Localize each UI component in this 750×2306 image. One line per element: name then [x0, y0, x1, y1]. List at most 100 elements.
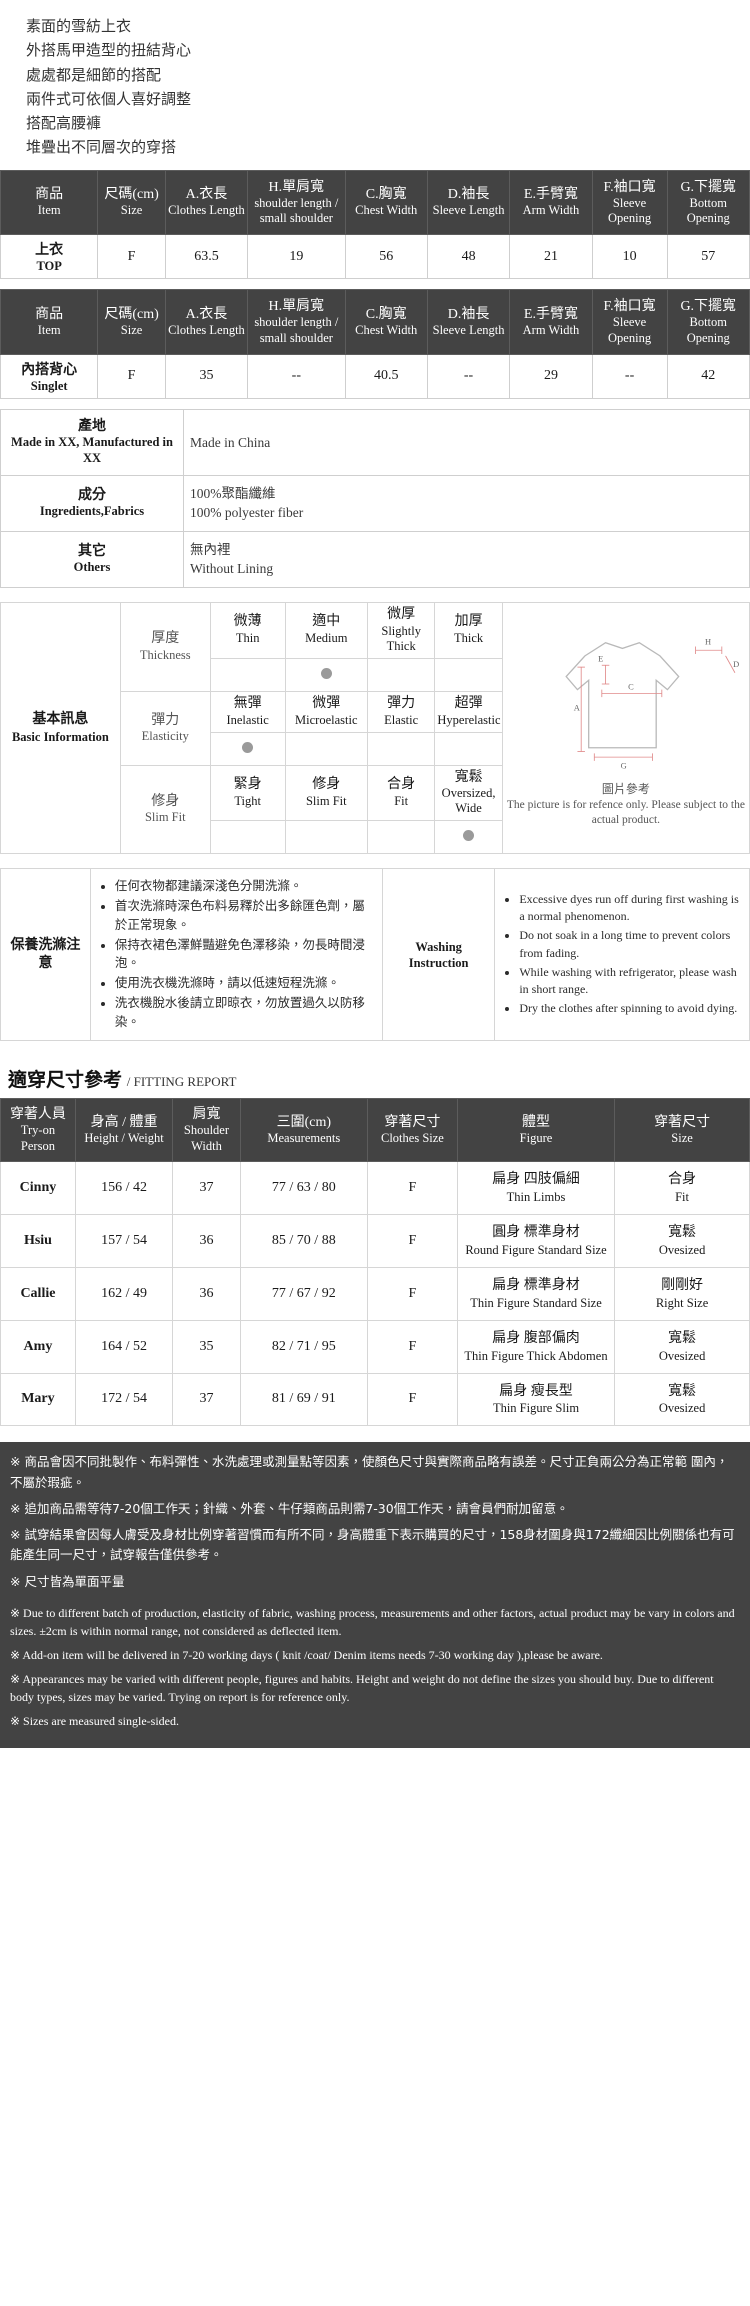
mark-slim-fit: [284, 820, 368, 855]
cell-clothes-size: F: [366, 1213, 458, 1268]
option-thin: 微薄 Thin: [209, 601, 286, 659]
col-chest-width: C.胸寬 Chest Width: [344, 289, 428, 355]
option-inelastic: 無彈 Inelastic: [209, 690, 286, 733]
intro-line: 堆疊出不同層次的穿搭: [26, 138, 177, 157]
mark-microelastic: [284, 731, 368, 766]
cell-size: F: [97, 234, 166, 280]
cell-height-weight: 164 / 52: [74, 1319, 174, 1374]
cell-clothes-length: 63.5: [164, 234, 249, 280]
col-arm-width: E.手臂寬 Arm Width: [509, 289, 593, 355]
option-oversized: 寬鬆 Oversized, Wide: [434, 764, 503, 822]
product-spec-page: 素面的雪紡上衣 外搭馬甲造型的扭結背心 處處都是細節的搭配 兩件式可依個人喜好調…: [0, 0, 750, 1748]
col-clothes-size: 穿著尺寸 Clothes Size: [366, 1098, 458, 1162]
cell-height-weight: 162 / 49: [74, 1266, 174, 1321]
option-hyperelastic: 超彈 Hyperelastic: [434, 690, 503, 733]
option-slim-fit: 修身 Slim Fit: [284, 764, 368, 822]
cell-bottom-opening: 57: [666, 234, 750, 280]
diagram-caption: 圖片參考 The picture is for refence only. Pl…: [506, 781, 745, 827]
intro-line: 搭配高腰褲: [26, 114, 102, 133]
cell-arm-width: 29: [509, 353, 593, 399]
col-height-weight: 身高 / 體重 Height / Weight: [74, 1098, 174, 1162]
cell-shoulder: 36: [172, 1266, 241, 1321]
note-zh: ※ 尺寸皆為單面平量: [10, 1573, 125, 1589]
washing-notes-en: Excessive dyes run off during first wash…: [494, 868, 750, 1042]
cell-clothes-size: F: [366, 1319, 458, 1374]
cell-worn-size: 寬鬆 Ovesized: [614, 1372, 750, 1427]
cell-figure: 扁身 腹部偏肉 Thin Figure Thick Abdomen: [456, 1319, 616, 1374]
cell-shoulder: 35: [172, 1319, 241, 1374]
option-thick: 加厚 Thick: [434, 601, 503, 659]
row-label-top: 上衣 TOP: [0, 234, 99, 280]
mark-medium: [284, 657, 368, 692]
size-table-top: 商品 Item 尺碼(cm) Size A.衣長 Clothes Length …: [0, 169, 750, 280]
footer-notes: ※ 商品會因不同批製作、布料彈性、水洗處理或測量點等因素，使顏色尺寸與實際商品略…: [0, 1442, 750, 1748]
cell-clothes-size: F: [366, 1266, 458, 1321]
list-item: Dry the clothes after spinning to avoid …: [519, 1000, 743, 1018]
cell-clothes-size: F: [366, 1160, 458, 1215]
cell-worn-size: 剛剛好 Right Size: [614, 1266, 750, 1321]
col-size: 尺碼(cm) Size: [97, 289, 166, 355]
mark-oversized: [434, 820, 503, 855]
washing-instruction-label-en: Washing Instruction: [381, 868, 496, 1042]
note-zh: ※ 試穿結果會因每人膚受及身材比例穿著習慣而有所不同，身高體重下表示購買的尺寸，…: [10, 1527, 735, 1563]
info-label-origin: 產地 Made in XX, Manufactured in XX: [0, 408, 184, 476]
diagram-label-e: E: [598, 653, 603, 663]
cell-height-weight: 172 / 54: [74, 1372, 174, 1427]
attr-thickness: 厚度 Thickness: [119, 601, 211, 692]
option-elastic: 彈力 Elastic: [366, 690, 436, 733]
option-microelastic: 微彈 Microelastic: [284, 690, 368, 733]
note-en: ※ Sizes are measured single-sided.: [10, 1713, 180, 1728]
option-medium: 適中 Medium: [284, 601, 368, 659]
list-item: 洗衣機脫水後請立即晾衣，勿放置過久以防移染。: [115, 994, 376, 1032]
cell-worn-size: 寬鬆 Ovesized: [614, 1319, 750, 1374]
cell-height-weight: 157 / 54: [74, 1213, 174, 1268]
cell-worn-size: 寬鬆 Ovesized: [614, 1213, 750, 1268]
list-item: 使用洗衣機洗滌時，請以低速短程洗滌。: [115, 974, 376, 993]
option-fit: 合身 Fit: [366, 764, 436, 822]
cell-person: Callie: [0, 1266, 76, 1321]
cell-clothes-size: F: [366, 1372, 458, 1427]
col-bottom-opening: G.下擺寬 Bottom Opening: [666, 289, 750, 355]
selected-dot: [463, 830, 475, 842]
note-en: ※ Add-on item will be delivered in 7-20 …: [10, 1647, 603, 1662]
list-item: Do not soak in a long time to prevent co…: [519, 927, 743, 963]
cell-chest-width: 40.5: [344, 353, 428, 399]
attr-slim-fit: 修身 Slim Fit: [119, 764, 211, 855]
cell-sleeve-opening: --: [591, 353, 668, 399]
option-slightly-thick: 微厚 Slightly Thick: [366, 601, 436, 659]
cell-figure: 圓身 標準身材 Round Figure Standard Size: [456, 1213, 616, 1268]
cell-person: Mary: [0, 1372, 76, 1427]
basic-information-table: 基本訊息 Basic Information 厚度 Thickness 微薄 T…: [0, 601, 750, 855]
cell-shoulder: 37: [172, 1372, 241, 1427]
cell-person: Amy: [0, 1319, 76, 1374]
cell-shoulder: 19: [247, 234, 346, 280]
cell-bottom-opening: 42: [666, 353, 750, 399]
list-item: Excessive dyes run off during first wash…: [519, 891, 743, 927]
col-sleeve-opening: F.袖口寬 Sleeve Opening: [591, 169, 668, 236]
col-worn-size: 穿著尺寸 Size: [614, 1098, 750, 1162]
diagram-label-d: D: [733, 659, 739, 669]
info-value-origin: Made in China: [183, 408, 750, 476]
mark-tight: [209, 820, 286, 855]
fitting-report-title: 適穿尺寸參考 / FITTING REPORT: [8, 1070, 237, 1092]
col-shoulder-width: 肩寬 Shoulder Width: [172, 1098, 241, 1162]
cell-sleeve-length: --: [426, 353, 511, 399]
size-table-header-row: 商品 Item 尺碼(cm) Size A.衣長 Clothes Length …: [0, 289, 750, 355]
table-row: Mary 172 / 54 37 81 / 69 / 91 F 扁身 瘦長型 T…: [0, 1372, 750, 1427]
list-item: While washing with refrigerator, please …: [519, 964, 743, 1000]
list-item: 保持衣裙色澤鮮豔避免色澤移染，勿長時間浸泡。: [115, 936, 376, 974]
info-label-others: 其它 Others: [0, 530, 184, 588]
cell-figure: 扁身 四肢偏細 Thin Limbs: [456, 1160, 616, 1215]
intro-line: 素面的雪紡上衣: [26, 17, 132, 35]
col-measurements: 三圍(cm) Measurements: [239, 1098, 368, 1162]
washing-list-zh: 任何衣物都建議深淺色分開洗滌。 首次洗滌時深色布料易釋於出多餘匯色劑，屬於正常現…: [97, 877, 376, 1031]
washing-instruction-table: 保養洗滌注意 任何衣物都建議深淺色分開洗滌。 首次洗滌時深色布料易釋於出多餘匯色…: [0, 868, 750, 1042]
col-sleeve-length: D.袖長 Sleeve Length: [426, 169, 511, 236]
cell-measurements: 85 / 70 / 88: [239, 1213, 368, 1268]
diagram-label-a: A: [573, 702, 580, 712]
list-item: 首次洗滌時深色布料易釋於出多餘匯色劑，屬於正常現象。: [115, 897, 376, 935]
intro-line: 外搭馬甲造型的扭結背心: [26, 41, 192, 60]
product-intro: 素面的雪紡上衣 外搭馬甲造型的扭結背心 處處都是細節的搭配 兩件式可依個人喜好調…: [0, 0, 750, 170]
selected-dot: [320, 667, 332, 679]
cell-figure: 扁身 標準身材 Thin Figure Standard Size: [456, 1266, 616, 1321]
